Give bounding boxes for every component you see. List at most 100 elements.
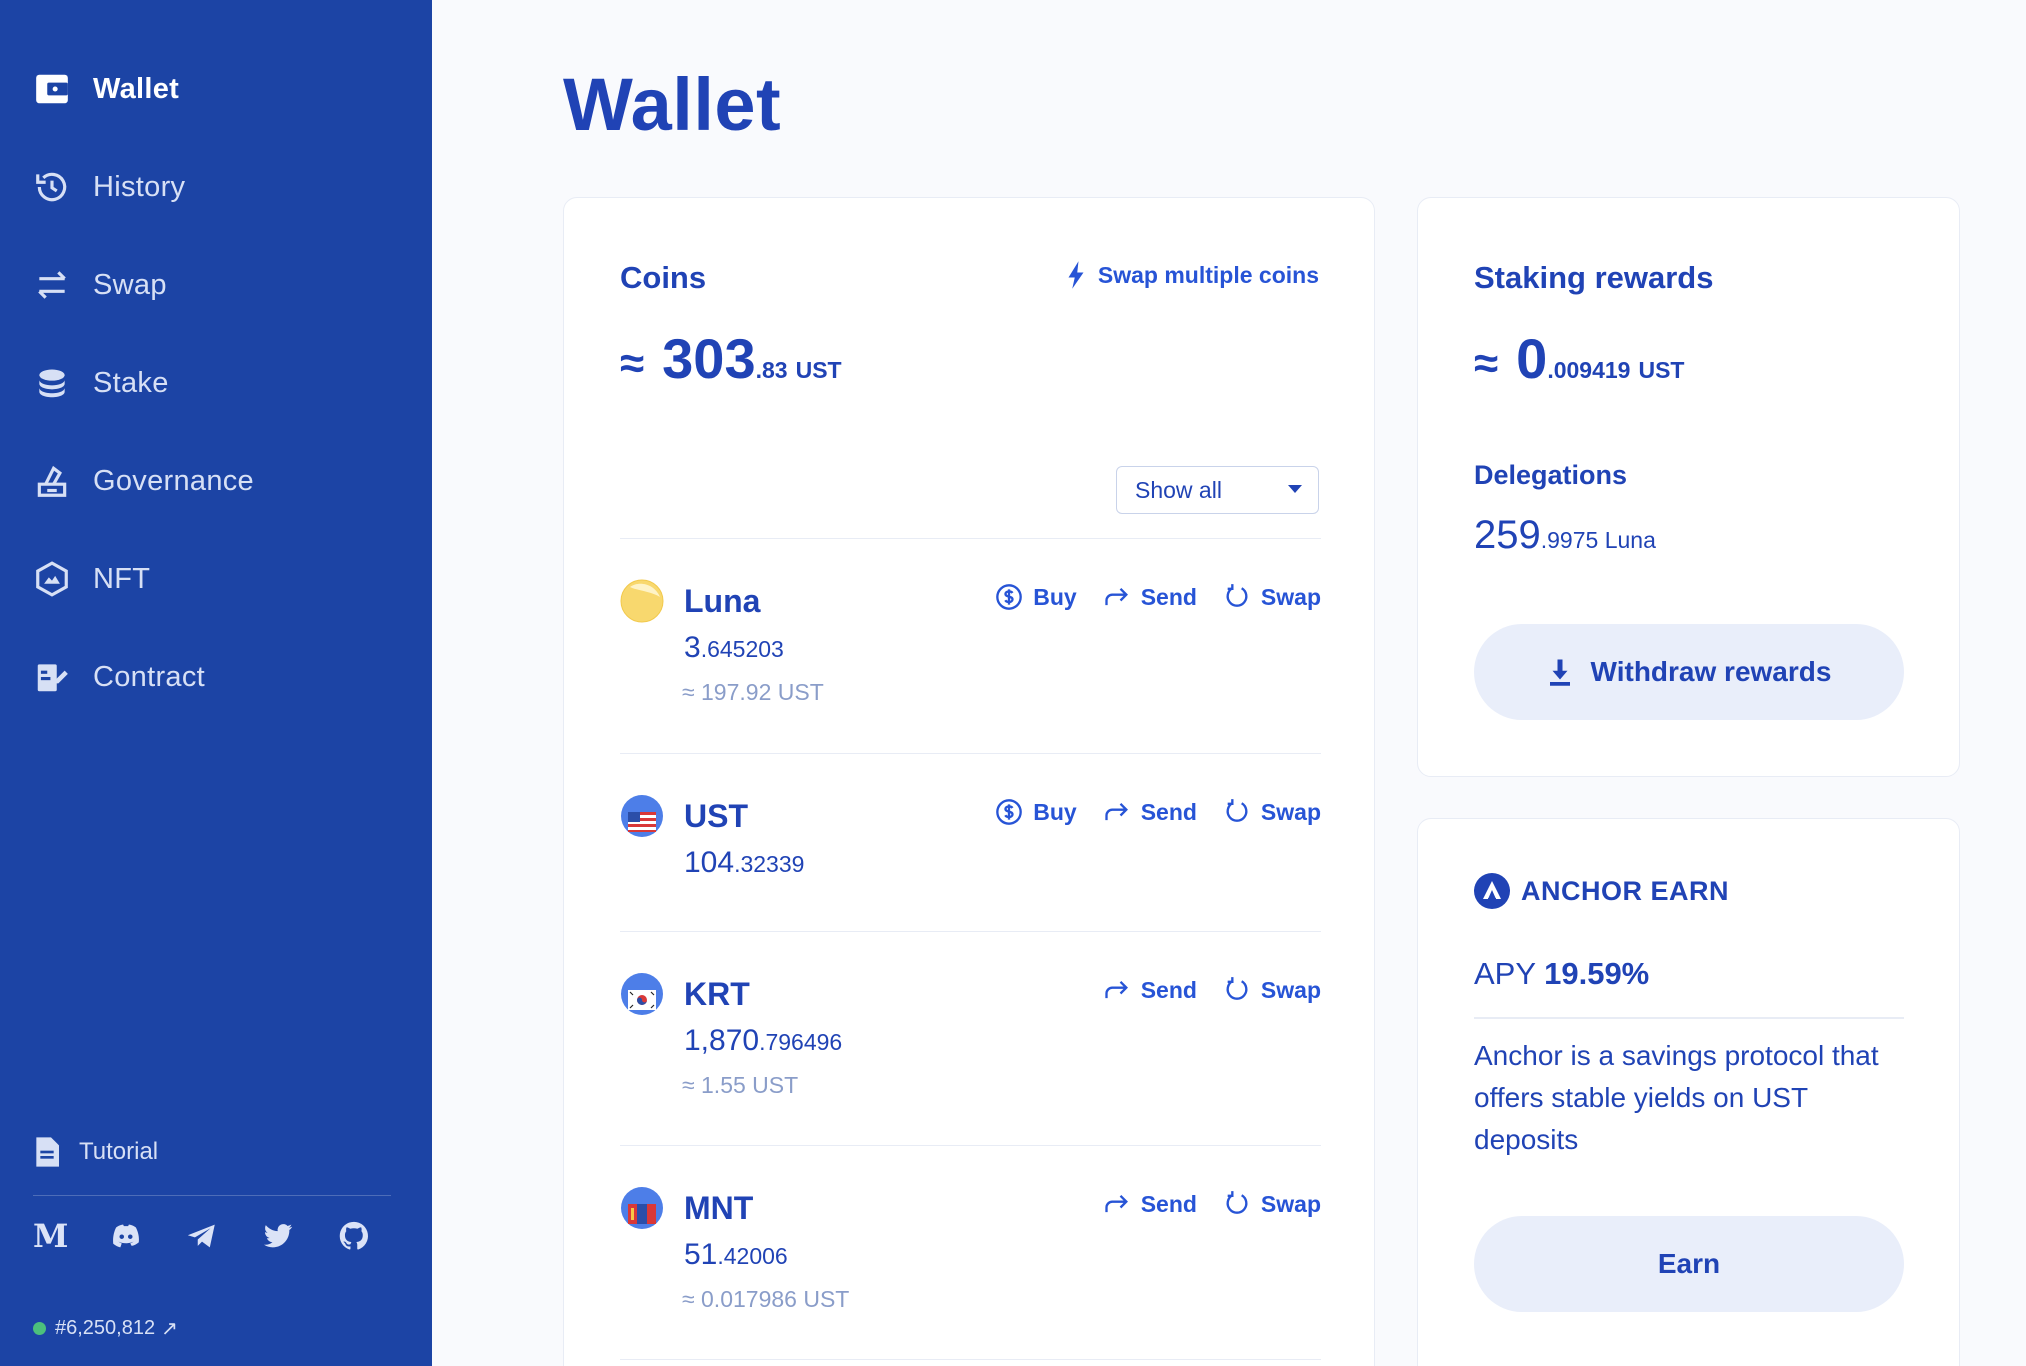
sidebar-item-swap[interactable]: Swap [33, 255, 167, 315]
coin-amount: 104.32339 [684, 846, 804, 880]
coin-actions: Send Swap [1077, 1190, 1321, 1218]
swap-button[interactable]: Swap [1223, 583, 1321, 611]
coin-filter-value: Show all [1135, 476, 1222, 503]
refresh-icon [1226, 1191, 1248, 1214]
block-height-link[interactable]: #6,250,812 ↗ [33, 1316, 178, 1341]
tutorial-link[interactable]: Tutorial [33, 1136, 158, 1168]
coins-title: Coins [620, 260, 707, 295]
telegram-link[interactable] [185, 1216, 261, 1256]
external-link-icon: ↗ [161, 1318, 178, 1340]
coin-filter-select[interactable]: Show all [1116, 466, 1319, 514]
medium-link[interactable]: M [33, 1216, 109, 1256]
swap-button[interactable]: Swap [1223, 798, 1321, 826]
coin-value: ≈ 1.55 UST [682, 1072, 799, 1098]
coin-name: UST [684, 798, 748, 834]
sidebar-item-wallet[interactable]: Wallet [33, 59, 179, 119]
coin-row-krt: KRT 1,870.796496 ≈ 1.55 UST Send Swap [620, 931, 1321, 1145]
buy-label: Buy [1033, 583, 1077, 610]
send-arrow-icon [1105, 981, 1128, 999]
twitter-icon [263, 1224, 293, 1248]
sidebar-divider [33, 1195, 391, 1196]
coins-total-decimal: .83 [755, 357, 788, 383]
coin-name: KRT [684, 976, 750, 1012]
buy-button[interactable]: Buy [995, 583, 1077, 611]
delegations-title: Delegations [1474, 460, 1628, 490]
swap-label: Swap [1260, 798, 1321, 825]
refresh-icon [1226, 799, 1248, 822]
download-icon [1549, 659, 1570, 686]
delegations-int: 259 [1474, 513, 1541, 557]
send-button[interactable]: Send [1103, 798, 1197, 826]
github-link[interactable] [337, 1216, 413, 1256]
sidebar-item-history[interactable]: History [33, 157, 185, 217]
coin-row-luna: Luna 3.645203 ≈ 197.92 UST Buy Send Swap [620, 538, 1321, 753]
coin-amount-dec: .32339 [734, 851, 805, 877]
send-label: Send [1140, 1190, 1197, 1217]
sidebar-item-nft[interactable]: NFT [33, 549, 150, 609]
stake-icon [39, 369, 65, 398]
coin-name: MNT [684, 1190, 754, 1226]
send-button[interactable]: Send [1103, 976, 1197, 1004]
coin-amount: 51.42006 [684, 1238, 788, 1272]
earn-button[interactable]: Earn [1474, 1216, 1904, 1312]
luna-icon [620, 579, 664, 623]
delegations-amount: 259.9975 Luna [1474, 513, 1656, 558]
block-height: #6,250,812 [55, 1317, 156, 1339]
sidebar-item-label: NFT [93, 562, 151, 595]
sidebar-item-label: Contract [93, 660, 205, 693]
send-label: Send [1140, 976, 1197, 1003]
anchor-title: ANCHOR EARN [1521, 875, 1729, 906]
discord-link[interactable] [109, 1216, 185, 1256]
coin-actions: Buy Send Swap [969, 583, 1321, 611]
staking-total-unit: UST [1638, 357, 1685, 383]
send-arrow-icon [1105, 588, 1128, 606]
apy-label: APY [1474, 956, 1536, 991]
coin-amount-dec: .796496 [759, 1029, 843, 1055]
online-status-dot [33, 1322, 46, 1335]
tutorial-label: Tutorial [79, 1138, 159, 1165]
refresh-icon [1226, 584, 1248, 607]
coin-value: ≈ 0.017986 UST [682, 1286, 850, 1312]
anchor-earn-card: ANCHOR EARN APY 19.59% Anchor is a savin… [1417, 818, 1960, 1366]
sidebar-item-stake[interactable]: Stake [33, 353, 169, 413]
page-title: Wallet [563, 63, 782, 146]
coin-amount-dec: .42006 [717, 1243, 788, 1269]
anchor-divider [1474, 1017, 1904, 1019]
staking-rewards-card: Staking rewards ≈ 0 .009419 UST Delegati… [1417, 197, 1960, 777]
sidebar-item-governance[interactable]: Governance [33, 451, 254, 511]
swap-multiple-coins-button[interactable]: Swap multiple coins [1066, 260, 1319, 290]
buy-button[interactable]: Buy [995, 798, 1077, 826]
send-button[interactable]: Send [1103, 1190, 1197, 1218]
staking-total-decimal: .009419 [1547, 357, 1631, 383]
send-button[interactable]: Send [1103, 583, 1197, 611]
swap-label: Swap [1260, 583, 1321, 610]
krt-flag-icon [621, 973, 663, 1015]
send-label: Send [1140, 583, 1197, 610]
anchor-logo-icon [1474, 873, 1510, 909]
dollar-circle-icon [996, 799, 1023, 825]
anchor-header: ANCHOR EARN [1474, 873, 1729, 909]
anchor-description: Anchor is a savings protocol that offers… [1474, 1040, 1879, 1155]
swap-label: Swap [1260, 976, 1321, 1003]
swap-button[interactable]: Swap [1223, 1190, 1321, 1218]
governance-icon [37, 465, 67, 497]
send-arrow-icon [1105, 803, 1128, 821]
earn-label: Earn [1657, 1248, 1721, 1279]
discord-icon [113, 1224, 139, 1248]
sidebar-item-label: Wallet [93, 72, 180, 105]
lightning-icon [1068, 261, 1084, 289]
staking-title: Staking rewards [1474, 260, 1714, 295]
contract-icon [37, 664, 68, 692]
withdraw-rewards-button[interactable]: Withdraw rewards [1474, 624, 1904, 720]
coins-total: ≈ 303 .83 UST [620, 326, 842, 391]
coin-amount-dec: .645203 [700, 636, 784, 662]
document-icon [36, 1137, 59, 1167]
swap-button[interactable]: Swap [1223, 976, 1321, 1004]
sidebar-item-label: History [93, 170, 186, 203]
twitter-link[interactable] [261, 1216, 337, 1256]
sidebar-item-contract[interactable]: Contract [33, 647, 205, 707]
dollar-circle-icon [996, 584, 1023, 610]
coin-list-end-divider [620, 1359, 1321, 1366]
telegram-icon [187, 1224, 215, 1248]
coin-amount-int: 104 [684, 846, 735, 879]
